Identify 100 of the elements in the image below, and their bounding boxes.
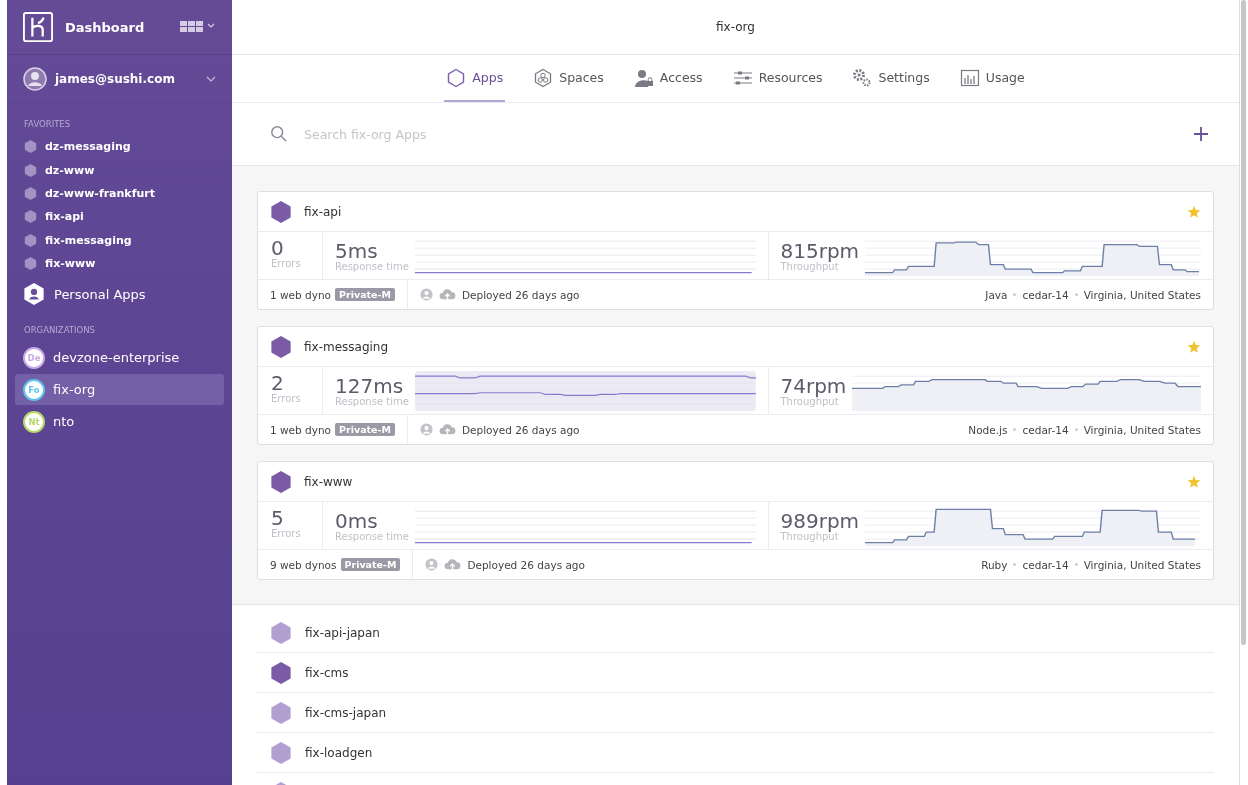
app-name-link[interactable]: fix-api bbox=[304, 204, 1175, 219]
app-meta: Virginia, United States bbox=[1083, 423, 1201, 436]
star-icon[interactable] bbox=[1187, 204, 1201, 219]
bar-chart-icon bbox=[959, 67, 980, 88]
metric-label: Response time bbox=[335, 530, 409, 543]
organizations-heading: ORGANIZATIONS bbox=[23, 324, 96, 338]
throughput-value: 989rpm bbox=[780, 510, 860, 531]
avatar-icon bbox=[419, 423, 433, 436]
separator-dot bbox=[1074, 428, 1078, 431]
app-row[interactable]: fix-loadgen bbox=[257, 733, 1214, 773]
app-meta: cedar-14 bbox=[1022, 423, 1069, 436]
hexagon-icon bbox=[24, 140, 37, 154]
app-row[interactable]: fix-cms bbox=[257, 653, 1214, 693]
app-name-link[interactable]: fix-messaging bbox=[304, 339, 1175, 354]
hexagon-icon bbox=[24, 257, 37, 271]
logo-icon[interactable] bbox=[23, 12, 53, 42]
organization-link[interactable]: Nt nto bbox=[15, 406, 224, 438]
favorite-app-link[interactable]: dz-messaging bbox=[7, 135, 232, 159]
app-meta: Ruby bbox=[981, 558, 1008, 571]
throughput-value: 74rpm bbox=[780, 375, 847, 396]
response-time-value: 5ms bbox=[335, 240, 378, 261]
dashboard-title: Dashboard bbox=[65, 19, 146, 35]
favorite-app-link[interactable]: fix-www bbox=[7, 251, 232, 276]
throughput-value: 815rpm bbox=[780, 240, 860, 261]
dyno-count: 9 web dynos bbox=[270, 558, 337, 571]
hexagon-icon bbox=[24, 186, 37, 200]
hexagon-icon bbox=[270, 335, 292, 358]
hexagon-icon bbox=[446, 67, 467, 88]
separator-dot bbox=[1013, 428, 1017, 431]
app-meta: cedar-14 bbox=[1022, 558, 1069, 571]
dyno-count: 1 web dyno bbox=[270, 423, 332, 436]
gears-icon bbox=[852, 67, 873, 88]
error-count: 2 bbox=[271, 373, 284, 393]
dyno-count: 1 web dyno bbox=[270, 288, 332, 301]
response-time-value: 0ms bbox=[335, 510, 378, 531]
cloud-upload-icon bbox=[444, 558, 462, 571]
scrollbar-thumb[interactable] bbox=[1241, 0, 1246, 645]
deploy-status: Deployed 26 days ago bbox=[467, 558, 585, 571]
error-count: 0 bbox=[271, 238, 284, 258]
avatar-icon bbox=[419, 288, 433, 301]
metric-label: Errors bbox=[271, 528, 302, 540]
add-icon[interactable] bbox=[1193, 126, 1209, 142]
search-icon bbox=[270, 125, 288, 143]
hexagon-icon bbox=[24, 210, 37, 224]
tab[interactable]: Resources bbox=[730, 55, 825, 102]
star-icon[interactable] bbox=[1187, 339, 1201, 354]
person-hexagon-icon bbox=[23, 283, 45, 306]
hexagon-icon bbox=[270, 470, 292, 493]
metric-label: Errors bbox=[271, 258, 302, 270]
hexagon-icon bbox=[270, 200, 292, 223]
dyno-size-tag: Private-M bbox=[340, 558, 401, 571]
app-meta: Java bbox=[985, 288, 1008, 301]
account-menu[interactable]: james@sushi.com bbox=[7, 55, 232, 103]
app-row[interactable]: fix-cms-japan bbox=[257, 693, 1214, 733]
favorite-app-link[interactable]: fix-messaging bbox=[7, 228, 232, 252]
separator-dot bbox=[1074, 563, 1078, 566]
deploy-status: Deployed 26 days ago bbox=[461, 423, 580, 436]
personal-apps-link[interactable]: Personal Apps bbox=[7, 275, 232, 310]
app-meta: cedar-14 bbox=[1022, 288, 1069, 301]
app-row[interactable]: fix-api-japan bbox=[257, 613, 1214, 653]
organization-link[interactable]: Fo fix-org bbox=[15, 374, 224, 406]
response-time-value: 127ms bbox=[335, 375, 404, 396]
dyno-size-tag: Private-M bbox=[335, 423, 395, 436]
favorites-heading: FAVORITES bbox=[23, 118, 72, 131]
hexagon-icon bbox=[24, 233, 37, 247]
app-meta: Node.js bbox=[968, 423, 1008, 436]
dyno-size-tag: Private-M bbox=[335, 288, 395, 301]
tab[interactable]: Settings bbox=[850, 55, 932, 102]
avatar-icon bbox=[23, 66, 47, 91]
organization-link[interactable]: De devzone-enterprise bbox=[15, 342, 224, 374]
separator-dot bbox=[1074, 293, 1078, 296]
deploy-status: Deployed 26 days ago bbox=[461, 288, 580, 301]
avatar-icon bbox=[425, 558, 439, 571]
app-name-link[interactable]: fix-www bbox=[304, 474, 1175, 489]
separator-dot bbox=[1013, 293, 1017, 296]
metric-label: Response time bbox=[335, 395, 409, 408]
favorite-app-link[interactable]: dz-www-frankfurt bbox=[7, 181, 232, 206]
app-meta: Virginia, United States bbox=[1083, 288, 1201, 301]
organization-badge: De bbox=[23, 346, 45, 369]
cloud-upload-icon bbox=[438, 288, 456, 301]
app-meta: Virginia, United States bbox=[1083, 558, 1201, 571]
favorite-app-link[interactable]: dz-www bbox=[7, 158, 232, 182]
favorite-app-link[interactable]: fix-api bbox=[7, 205, 232, 229]
organization-badge: Fo bbox=[23, 378, 45, 401]
organization-badge: Nt bbox=[23, 410, 45, 433]
tab[interactable]: Access bbox=[631, 55, 705, 102]
cloud-upload-icon bbox=[438, 423, 456, 436]
chevron-down-icon bbox=[206, 75, 216, 82]
tab[interactable]: Spaces bbox=[531, 55, 606, 102]
person-lock-icon bbox=[633, 67, 654, 88]
tab[interactable]: Apps bbox=[444, 55, 506, 102]
tab[interactable]: Usage bbox=[957, 55, 1027, 102]
organization-title: fix-org bbox=[716, 20, 755, 34]
separator-dot bbox=[1013, 563, 1017, 566]
error-count: 5 bbox=[271, 508, 284, 528]
star-icon[interactable] bbox=[1187, 474, 1201, 489]
hexagon-icon bbox=[24, 163, 37, 177]
grid-menu-icon[interactable] bbox=[180, 21, 216, 33]
metric-label: Response time bbox=[335, 260, 409, 273]
circles-hexagon-icon bbox=[533, 67, 554, 88]
